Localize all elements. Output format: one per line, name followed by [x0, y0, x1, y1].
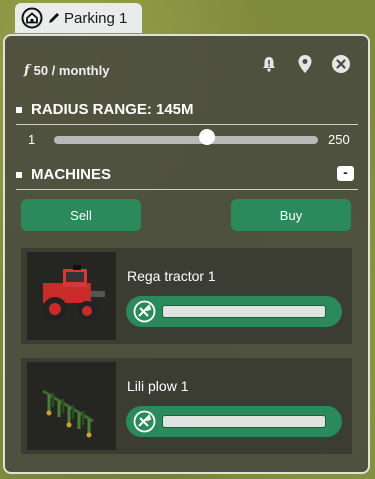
slider-max-label: 250	[328, 132, 350, 147]
slider-min-label: 1	[28, 132, 36, 147]
tab-title: Parking 1	[64, 9, 128, 27]
bell-icon[interactable]	[258, 53, 280, 75]
buy-button[interactable]: Buy	[231, 199, 351, 231]
machine-card[interactable]: Lili plow 1	[21, 358, 352, 454]
radius-range-title: RADIUS RANGE: 145M	[16, 101, 358, 118]
repair-tool-icon	[133, 300, 156, 323]
green-plow-image	[27, 362, 116, 450]
machine-name: Rega tractor 1	[127, 268, 216, 284]
radius-slider-track[interactable]	[54, 136, 318, 144]
close-icon[interactable]	[330, 53, 352, 75]
repair-tool-icon	[133, 410, 156, 433]
divider	[16, 189, 358, 190]
machines-title: MACHINES	[16, 166, 358, 183]
condition-pill	[126, 296, 342, 327]
machine-name: Lili plow 1	[127, 378, 189, 394]
red-tractor-image	[27, 252, 116, 340]
sell-button[interactable]: Sell	[21, 199, 141, 231]
bullet	[16, 106, 22, 113]
condition-pill	[126, 406, 342, 437]
parking-tab[interactable]: Parking 1	[15, 3, 142, 33]
condition-bar	[162, 305, 326, 318]
condition-bar	[162, 415, 326, 428]
location-pin-icon[interactable]	[294, 53, 316, 75]
fee-text: 50 / monthly	[33, 63, 110, 78]
home-icon[interactable]	[21, 7, 43, 29]
machine-card[interactable]: Rega tractor 1	[21, 248, 352, 344]
radius-slider-thumb[interactable]	[198, 129, 215, 145]
currency-icon: f	[24, 63, 30, 78]
monthly-fee: f 50 / monthly	[24, 63, 109, 78]
bullet	[16, 171, 22, 178]
pencil-icon[interactable]	[47, 11, 61, 25]
divider	[16, 124, 358, 125]
parking-panel: f 50 / monthly RADIUS RANGE: 145M 1 250 …	[3, 34, 370, 474]
collapse-button[interactable]: -	[337, 165, 354, 181]
